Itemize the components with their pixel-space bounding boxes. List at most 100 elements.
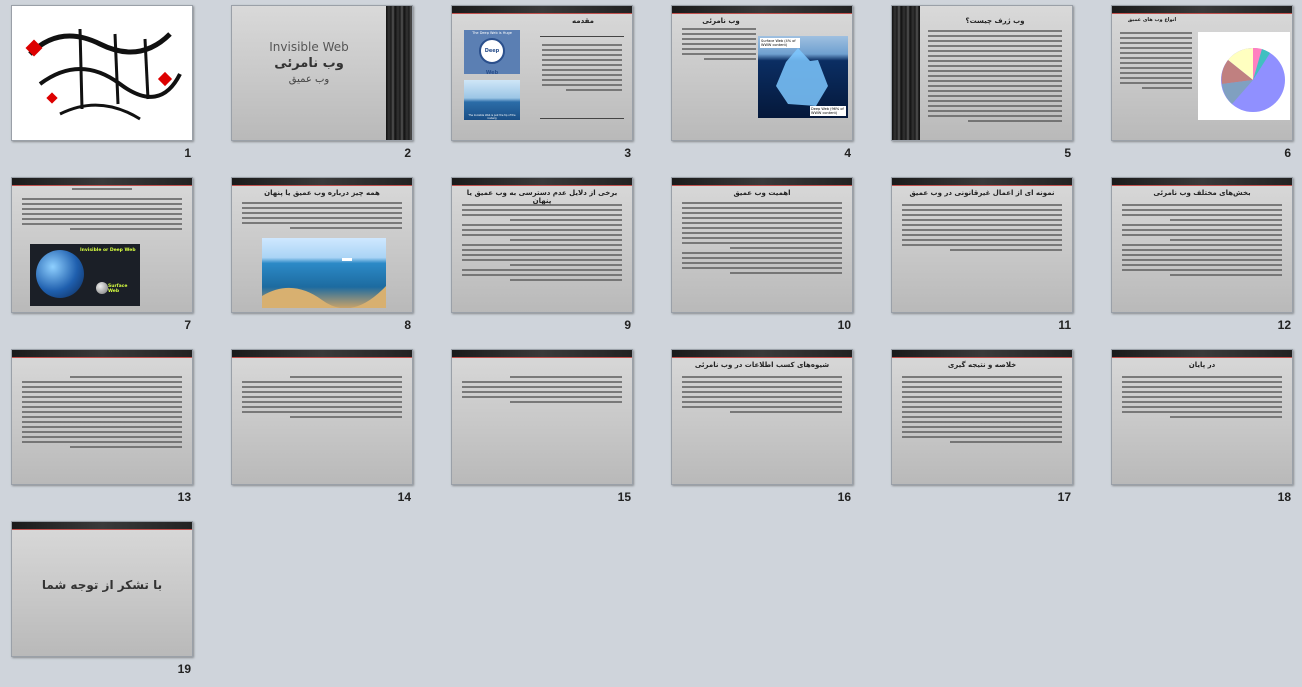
slide-thumbnail-6[interactable]: انواع وب های عمیق 6 — [1101, 1, 1302, 171]
deep-label: Deep Web (96% of WWW content) — [810, 106, 846, 116]
slide-thumbnail-14[interactable]: 14 — [221, 345, 441, 515]
slide-number: 5 — [1064, 146, 1071, 160]
slide-8[interactable]: همه چیز درباره وب عمیق یا پنهان — [231, 177, 413, 313]
slide-thumbnail-19[interactable]: با تشکر از توجه شما 19 — [1, 517, 221, 687]
calligraphy-image — [25, 28, 182, 121]
slide-1[interactable] — [11, 5, 193, 141]
slide-number: 13 — [177, 490, 191, 504]
slide-body-text — [1122, 204, 1282, 279]
slide-thumbnail-17[interactable]: خلاصه و نتیجه گیری 17 — [881, 345, 1101, 515]
slide-topbar — [892, 178, 1072, 186]
slide-number: 10 — [837, 318, 851, 332]
slide-title-fa: وب نامرئی — [274, 56, 344, 71]
slide-thumbnail-4[interactable]: وب نامرئی Surface Web (4% of WWW content… — [661, 1, 881, 171]
slide-thumbnail-15[interactable]: 15 — [441, 345, 661, 515]
slide-4[interactable]: وب نامرئی Surface Web (4% of WWW content… — [671, 5, 853, 141]
earth-image: Invisible or Deep Web Surface Web — [30, 244, 140, 306]
slide-14[interactable] — [231, 349, 413, 485]
slide-number: 16 — [837, 490, 851, 504]
deep-web-image: The Deep Web is Huge Deep Web — [464, 30, 520, 74]
slide-number: 18 — [1277, 490, 1291, 504]
slide-12[interactable]: بخش‌های مختلف وب نامرئی — [1111, 177, 1293, 313]
slide-number: 15 — [617, 490, 631, 504]
slide-body-text — [928, 30, 1062, 125]
closing-title: با تشکر از توجه شما — [41, 578, 163, 592]
slide-7[interactable]: Invisible or Deep Web Surface Web — [11, 177, 193, 313]
ocean-depth-image — [262, 238, 386, 308]
slide-thumbnail-8[interactable]: همه چیز درباره وب عمیق یا پنهان 8 — [221, 173, 441, 343]
slide-5[interactable]: وب ژرف چیست؟ — [891, 5, 1073, 141]
slide-number: 9 — [624, 318, 631, 332]
slide-topbar — [232, 178, 412, 186]
slide-number: 14 — [397, 490, 411, 504]
slide-13[interactable] — [11, 349, 193, 485]
slide-thumbnail-12[interactable]: بخش‌های مختلف وب نامرئی 12 — [1101, 173, 1302, 343]
slide-topbar — [452, 350, 632, 358]
slide-19[interactable]: با تشکر از توجه شما — [11, 521, 193, 657]
slide-17[interactable]: خلاصه و نتیجه گیری — [891, 349, 1073, 485]
slide-number: 19 — [177, 662, 191, 676]
invisible-web-label: Invisible or Deep Web — [80, 248, 136, 253]
slide-body-text — [902, 204, 1062, 254]
slide-topbar — [1112, 350, 1292, 358]
slide-title: نمونه ای از اعمال غیرقانونی در وب عمیق — [909, 189, 1055, 197]
divider — [540, 118, 624, 119]
slide-sorter: 1 Invisible Web وب نامرئی وب عمیق 2 مقدم… — [0, 0, 1302, 676]
surface-web-label: Surface Web — [108, 284, 128, 294]
slide-thumbnail-11[interactable]: نمونه ای از اعمال غیرقانونی در وب عمیق 1… — [881, 173, 1101, 343]
slide-2[interactable]: Invisible Web وب نامرئی وب عمیق — [231, 5, 413, 141]
slide-body-text — [462, 376, 622, 406]
iceberg-image: Surface Web (4% of WWW content) Deep Web… — [758, 36, 848, 118]
decorative-sidebar — [892, 6, 920, 140]
slide-thumbnail-5[interactable]: وب ژرف چیست؟ 5 — [881, 1, 1101, 171]
slide-body-text — [682, 376, 842, 416]
slide-number: 7 — [184, 318, 191, 332]
image-label: The Deep Web is Huge — [472, 31, 512, 35]
slide-thumbnail-9[interactable]: برخی از دلایل عدم دسترسی به وب عمیق یا پ… — [441, 173, 661, 343]
slide-title: شیوه‌های کسب اطلاعات در وب نامرئی — [694, 361, 830, 369]
slide-number: 1 — [184, 146, 191, 160]
slide-title-en: Invisible Web — [269, 40, 349, 54]
slide-10[interactable]: اهمیت وب عمیق — [671, 177, 853, 313]
slide-11[interactable]: نمونه ای از اعمال غیرقانونی در وب عمیق — [891, 177, 1073, 313]
slide-3[interactable]: مقدمه The Deep Web is Huge Deep Web The … — [451, 5, 633, 141]
slide-body-text — [22, 376, 182, 451]
slide-topbar — [672, 350, 852, 358]
slide-title: وب ژرف چیست؟ — [965, 17, 1025, 25]
slide-topbar — [1112, 178, 1292, 186]
slide-thumbnail-18[interactable]: در پایان 18 — [1101, 345, 1302, 515]
slide-body-text — [682, 28, 756, 63]
slide-thumbnail-1[interactable]: 1 — [1, 1, 221, 171]
slide-topbar — [452, 178, 632, 186]
slide-body-text — [462, 204, 622, 284]
slide-title: همه چیز درباره وب عمیق یا پنهان — [264, 189, 380, 197]
pie-chart-image — [1198, 32, 1290, 120]
slide-body-text — [682, 202, 842, 277]
slide-thumbnail-10[interactable]: اهمیت وب عمیق 10 — [661, 173, 881, 343]
slide-9[interactable]: برخی از دلایل عدم دسترسی به وب عمیق یا پ… — [451, 177, 633, 313]
slide-15[interactable] — [451, 349, 633, 485]
slide-title: مقدمه — [572, 17, 594, 25]
iceberg-image: The Invisible Web is just the tip of the… — [464, 80, 520, 120]
slide-16[interactable]: شیوه‌های کسب اطلاعات در وب نامرئی — [671, 349, 853, 485]
slide-title: وب نامرئی — [702, 17, 740, 25]
slide-title: در پایان — [1188, 361, 1216, 369]
slide-body-text — [1120, 32, 1192, 92]
slide-thumbnail-16[interactable]: شیوه‌های کسب اطلاعات در وب نامرئی 16 — [661, 345, 881, 515]
slide-number: 11 — [1058, 318, 1071, 332]
slide-topbar — [892, 350, 1072, 358]
slide-thumbnail-2[interactable]: Invisible Web وب نامرئی وب عمیق 2 — [221, 1, 441, 171]
divider — [540, 36, 624, 37]
slide-18[interactable]: در پایان — [1111, 349, 1293, 485]
slide-thumbnail-7[interactable]: Invisible or Deep Web Surface Web 7 — [1, 173, 221, 343]
slide-body-text — [242, 376, 402, 421]
slide-body-text — [1122, 376, 1282, 421]
slide-topbar — [12, 522, 192, 530]
slide-thumbnail-3[interactable]: مقدمه The Deep Web is Huge Deep Web The … — [441, 1, 661, 171]
slide-thumbnail-13[interactable]: 13 — [1, 345, 221, 515]
slide-body-text — [902, 376, 1062, 446]
slide-title-line — [72, 188, 132, 193]
slide-topbar — [672, 6, 852, 14]
slide-body-text — [242, 202, 402, 232]
slide-6[interactable]: انواع وب های عمیق — [1111, 5, 1293, 141]
